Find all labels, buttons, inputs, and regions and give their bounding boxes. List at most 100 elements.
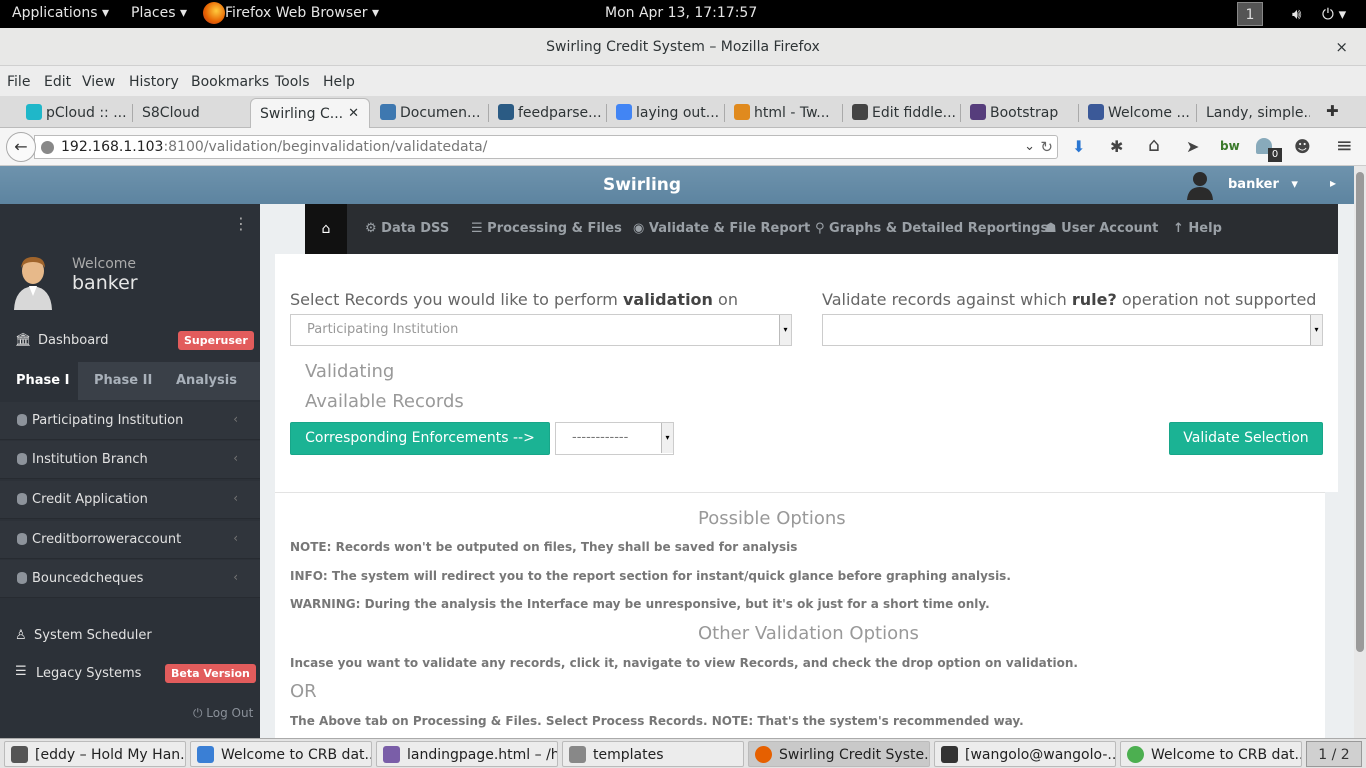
corresponding-enforcements-button[interactable]: Corresponding Enforcements -->	[290, 422, 550, 455]
task-welcome-crb-2[interactable]: Welcome to CRB dat...	[1120, 741, 1302, 767]
app-menu[interactable]: Firefox Web Browser ▾	[225, 5, 379, 21]
taskbar: [eddy – Hold My Han... Welcome to CRB da…	[0, 738, 1366, 768]
site-identity-icon[interactable]	[41, 141, 54, 154]
download-icon[interactable]: ⬇	[1072, 137, 1085, 156]
database-icon	[17, 414, 27, 426]
sidebar-item-dashboard[interactable]: 🏛︎ Dashboard Superuser	[0, 326, 260, 356]
tab-documentation[interactable]: Documen...	[380, 98, 480, 128]
browser-icon	[1127, 746, 1144, 763]
tab-phase-2[interactable]: Phase II	[94, 373, 152, 388]
menu-tools[interactable]: Tools	[275, 74, 310, 90]
menu-help[interactable]: Help	[323, 74, 355, 90]
phase-tabs: Phase I Phase II Analysis	[0, 362, 260, 400]
places-menu[interactable]: Places ▾	[131, 5, 187, 21]
workspace-pager[interactable]: 1 / 2	[1306, 741, 1362, 767]
tab-landy[interactable]: Landy, simple...	[1206, 98, 1310, 128]
bw-icon[interactable]: bw	[1220, 139, 1240, 153]
tab-close-icon[interactable]: ✕	[348, 99, 359, 128]
menu-history[interactable]: History	[129, 74, 179, 90]
task-swirling[interactable]: Swirling Credit Syste...	[748, 741, 930, 767]
back-button[interactable]: ←	[6, 132, 36, 162]
tab-feedparser[interactable]: feedparse...	[498, 98, 602, 128]
warning-text: WARNING: During the analysis the Interfa…	[290, 597, 990, 611]
volume-icon[interactable]: 🔊︎	[1292, 5, 1301, 23]
url-dropdown-icon[interactable]: ⌄	[1024, 136, 1035, 158]
chevron-left-icon: ‹	[233, 570, 238, 584]
sidebar-item-institution-branch[interactable]: Institution Branch ‹	[0, 441, 260, 479]
home-icon[interactable]: ⌂	[1148, 134, 1160, 156]
nav-processing-files[interactable]: ☰ Processing & Files	[471, 221, 622, 236]
task-templates[interactable]: templates	[562, 741, 744, 767]
nav-user-account[interactable]: ☗ User Account	[1045, 221, 1158, 236]
menu-edit[interactable]: Edit	[44, 74, 71, 90]
app-brand[interactable]: Swirling	[0, 175, 1284, 195]
new-tab-icon[interactable]: ✚	[1326, 102, 1339, 120]
user-menu[interactable]: banker ▾	[1228, 177, 1298, 192]
tab-pcloud[interactable]: pCloud :: ...	[26, 98, 132, 128]
tab-jsfiddle[interactable]: Edit fiddle...	[852, 98, 956, 128]
page-scrollbar[interactable]	[1354, 166, 1366, 738]
scrollbar-thumb[interactable]	[1356, 172, 1364, 652]
task-landingpage[interactable]: landingpage.html – /h...	[376, 741, 558, 767]
nav-data-dss[interactable]: ⚙ Data DSS	[365, 221, 449, 236]
note-text: NOTE: Records won't be outputed on files…	[290, 540, 798, 554]
menu-file[interactable]: File	[7, 74, 30, 90]
chat-icon[interactable]: ☻	[1294, 137, 1311, 156]
header-toggle-icon[interactable]: ▸	[1330, 176, 1336, 190]
superuser-badge: Superuser	[178, 331, 254, 350]
reload-icon[interactable]: ↻	[1040, 136, 1053, 158]
task-welcome-crb-1[interactable]: Welcome to CRB dat...	[190, 741, 372, 767]
workspace-indicator[interactable]: 1	[1237, 2, 1263, 26]
tab-phase-1[interactable]: Phase I	[16, 373, 69, 388]
nav-help[interactable]: ↑ Help	[1173, 221, 1222, 236]
logout-link[interactable]: ⏻ Log Out	[193, 706, 253, 721]
sidebar-item-system-scheduler[interactable]: ♙ System Scheduler	[0, 628, 260, 652]
url-bar[interactable]: 192.168.1.103:8100/validation/beginvalid…	[34, 135, 1058, 159]
bank-icon: 🏛︎	[15, 333, 32, 348]
system-top-bar: Applications ▾ Places ▾ Firefox Web Brow…	[0, 0, 1366, 28]
sidebar-item-legacy-systems[interactable]: ☰ Legacy Systems Beta Version	[0, 664, 260, 688]
gear-icon[interactable]: ✱	[1110, 137, 1123, 156]
nav-validate-file-report[interactable]: ◉ Validate & File Report	[633, 221, 810, 236]
power-icon[interactable]: ⏻ ▾	[1322, 5, 1346, 23]
available-records-label: Available Records	[305, 391, 464, 412]
menu-icon[interactable]: ≡	[1336, 133, 1353, 157]
tab-facebook[interactable]: Welcome ...	[1088, 98, 1192, 128]
tab-separator	[724, 104, 725, 122]
chevron-left-icon: ‹	[233, 531, 238, 545]
tab-bar: pCloud :: ... S8Cloud Swirling C... ✕ Doc…	[0, 96, 1366, 128]
sidebar-item-bouncedcheques[interactable]: Bouncedcheques ‹	[0, 560, 260, 598]
url-host: 192.168.1.103	[61, 139, 164, 155]
task-eddy[interactable]: [eddy – Hold My Han...	[4, 741, 186, 767]
tab-analysis[interactable]: Analysis	[176, 373, 237, 388]
or-label: OR	[290, 681, 317, 702]
database-icon	[17, 453, 27, 465]
tab-separator	[1196, 104, 1197, 122]
menu-bookmarks[interactable]: Bookmarks	[191, 74, 269, 90]
nav-graphs-reportings[interactable]: ⚲ Graphs & Detailed Reportings	[815, 221, 1048, 236]
tab-swirling[interactable]: Swirling C... ✕	[250, 98, 370, 128]
sidebar-item-creditborroweraccount[interactable]: Creditborroweraccount ‹	[0, 521, 260, 559]
clock[interactable]: Mon Apr 13, 17:17:57	[605, 5, 757, 21]
profile-avatar	[14, 257, 52, 310]
options-panel: Possible Options NOTE: Records won't be …	[275, 492, 1325, 738]
nav-home[interactable]: ⌂	[305, 204, 347, 254]
window-close-icon[interactable]: ×	[1335, 28, 1348, 66]
send-icon[interactable]: ➤	[1186, 137, 1199, 156]
records-select[interactable]: Participating Institution ▾	[290, 314, 792, 346]
sidebar-options-icon[interactable]: ⋮	[233, 214, 249, 233]
enforcement-select[interactable]: ------------ ▾	[555, 422, 674, 455]
applications-menu[interactable]: Applications ▾	[12, 5, 109, 21]
validate-selection-button[interactable]: Validate Selection	[1169, 422, 1323, 455]
tab-s8cloud[interactable]: S8Cloud	[142, 98, 242, 128]
tab-bootstrap[interactable]: Bootstrap	[970, 98, 1074, 128]
media-player-icon	[11, 746, 28, 763]
tab-laying-out[interactable]: laying out...	[616, 98, 720, 128]
tab-separator	[842, 104, 843, 122]
tab-html[interactable]: html - Tw...	[734, 98, 838, 128]
menu-view[interactable]: View	[82, 74, 115, 90]
rule-select[interactable]: ▾	[822, 314, 1323, 346]
sidebar-item-participating-institution[interactable]: Participating Institution ‹	[0, 402, 260, 440]
sidebar-item-credit-application[interactable]: Credit Application ‹	[0, 481, 260, 519]
task-terminal[interactable]: [wangolo@wangolo-...	[934, 741, 1116, 767]
